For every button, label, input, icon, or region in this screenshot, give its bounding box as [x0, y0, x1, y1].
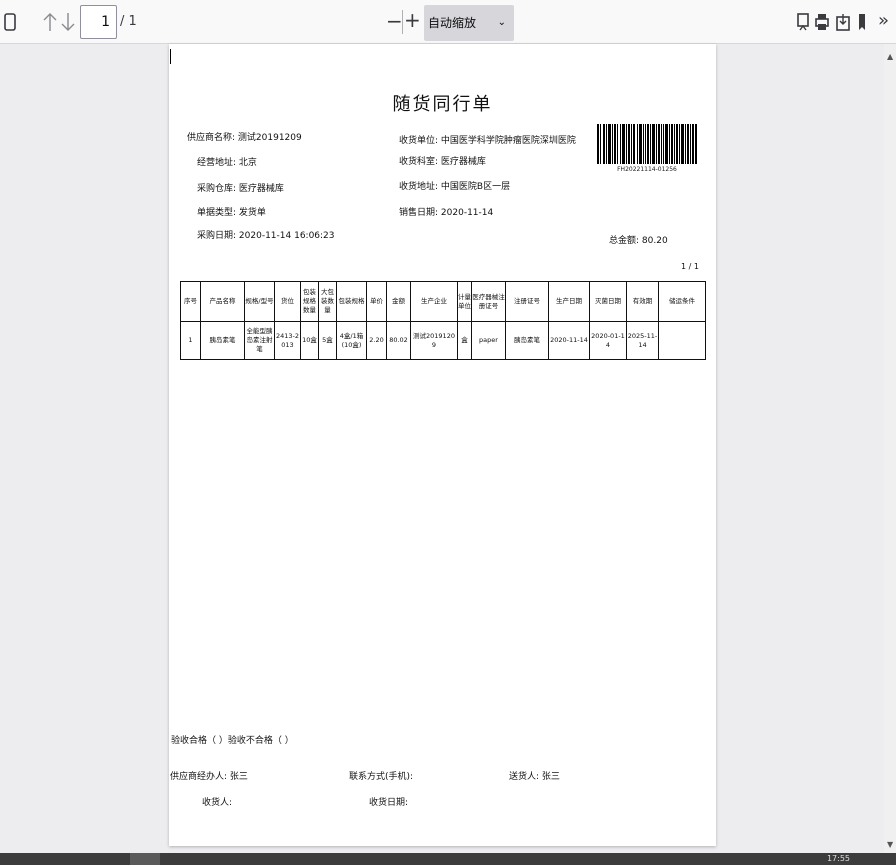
- receive-date-field: 收货日期:: [369, 798, 409, 808]
- table-header-cell: 单价: [366, 281, 387, 322]
- sale-date-field: 销售日期: 2020-11-14: [399, 208, 494, 218]
- zoom-select-value: 自动缩放: [428, 16, 477, 30]
- table-header-cell: 规格/型号: [244, 281, 275, 322]
- barcode-number: FH20221114-01256: [617, 166, 677, 173]
- chevron-down-icon: ⌄: [497, 17, 506, 28]
- page-total: / 1: [120, 14, 137, 29]
- scroll-up-icon[interactable]: ▲: [887, 52, 893, 61]
- receiver-field: 收货人:: [202, 798, 233, 808]
- table-header-cell: 产品名称: [200, 281, 245, 322]
- supplier-name-field: 供应商名称: 测试20191209: [187, 133, 302, 143]
- sidebar-toggle-icon[interactable]: [4, 13, 16, 31]
- barcode-image: [597, 124, 697, 164]
- document-type-field: 单据类型: 发货单: [197, 208, 266, 218]
- phone-field: 联系方式(手机):: [349, 772, 414, 782]
- table-header-cell: 金额: [386, 281, 411, 322]
- table-header-cell: 包装规格: [336, 281, 367, 322]
- table-cell: 1: [180, 321, 201, 360]
- print-icon[interactable]: [815, 13, 829, 31]
- purchase-warehouse-field: 采购仓库: 医疗器械库: [197, 184, 284, 194]
- business-address-field: 经营地址: 北京: [197, 158, 257, 168]
- previous-page-icon[interactable]: [43, 12, 57, 32]
- table-header-cell: 注册证号: [505, 281, 549, 322]
- zoom-select[interactable]: 自动缩放 ⌄: [424, 5, 514, 41]
- zoom-in-button[interactable]: +: [404, 10, 421, 30]
- taskbar-button[interactable]: [130, 853, 160, 865]
- table-header-cell: 大包装数量: [318, 281, 337, 322]
- table-header-cell: 生产日期: [548, 281, 590, 322]
- table-header-row: 序号 产品名称 规格/型号 货位 包装规格数量 大包装数量 包装规格 单价 金额…: [180, 281, 706, 322]
- table-cell: paper: [471, 321, 506, 360]
- table-cell: 盒: [457, 321, 472, 360]
- pdf-toolbar: 1 / 1 − + 自动缩放 ⌄ »: [0, 0, 896, 44]
- page-number-input[interactable]: 1: [80, 5, 117, 39]
- receiving-unit-field: 收货单位: 中国医学科学院肿瘤医院深圳医院: [399, 136, 576, 146]
- scroll-down-icon[interactable]: ▼: [887, 840, 893, 849]
- shipper-field: 送货人: 张三: [509, 772, 560, 782]
- table-cell: 80.02: [386, 321, 411, 360]
- table-header-cell: 医疗器械注册证号: [471, 281, 506, 322]
- table-cell: 2025-11-14: [626, 321, 659, 360]
- table-header-cell: 灭菌日期: [589, 281, 627, 322]
- bookmark-icon[interactable]: [858, 13, 866, 31]
- goods-table: 序号 产品名称 规格/型号 货位 包装规格数量 大包装数量 包装规格 单价 金额…: [180, 281, 706, 360]
- table-cell: 4盒/1箱(10盒): [336, 321, 367, 360]
- table-header-cell: 计量单位: [457, 281, 472, 322]
- table-cell: [658, 321, 706, 360]
- purchase-date-field: 采购日期: 2020-11-14 16:06:23: [197, 231, 335, 241]
- table-cell: 测试20191209: [410, 321, 458, 360]
- vertical-scrollbar[interactable]: ▲ ▼: [884, 44, 896, 853]
- table-header-cell: 货位: [274, 281, 301, 322]
- pdf-page: 随货同行单 供应商名称: 测试20191209 经营地址: 北京 采购仓库: 医…: [169, 44, 716, 846]
- table-header-cell: 生产企业: [410, 281, 458, 322]
- page-indicator: 1 / 1: [681, 262, 699, 271]
- tools-menu-icon[interactable]: »: [878, 12, 889, 30]
- supplier-contact-field: 供应商经办人: 张三: [170, 772, 248, 782]
- table-cell: 全能型胰岛素注射笔: [244, 321, 275, 360]
- table-cell: 10盒: [300, 321, 319, 360]
- table-cell: 胰岛素笔: [200, 321, 245, 360]
- table-cell: 2020-01-14: [589, 321, 627, 360]
- zoom-out-button[interactable]: −: [386, 11, 403, 31]
- table-row: 1 胰岛素笔 全能型胰岛素注射笔 2413-2013 10盒 5盒 4盒/1箱(…: [180, 321, 706, 360]
- table-header-cell: 包装规格数量: [300, 281, 319, 322]
- document-title: 随货同行单: [392, 94, 493, 115]
- table-cell: 胰岛素笔: [505, 321, 549, 360]
- taskbar: 17:55: [0, 853, 896, 865]
- text-cursor: [170, 49, 171, 64]
- table-cell: 5盒: [318, 321, 337, 360]
- table-header-cell: 序号: [180, 281, 201, 322]
- receiving-address-field: 收货地址: 中国医院B区一层: [399, 182, 511, 192]
- next-page-icon[interactable]: [61, 12, 75, 32]
- total-amount: 总金额: 80.20: [609, 236, 668, 246]
- table-cell: 2020-11-14: [548, 321, 590, 360]
- zoom-separator: [402, 10, 403, 34]
- download-icon[interactable]: [836, 13, 850, 31]
- table-header-cell: 有效期: [626, 281, 659, 322]
- table-cell: 2.20: [366, 321, 387, 360]
- table-header-cell: 储运条件: [658, 281, 706, 322]
- inspection-result: 验收合格（ ）验收不合格（ ）: [171, 736, 294, 746]
- taskbar-clock: 17:55: [826, 854, 850, 863]
- presentation-mode-icon[interactable]: [797, 13, 809, 31]
- table-cell: 2413-2013: [274, 321, 301, 360]
- receiving-department-field: 收货科室: 医疗器械库: [399, 157, 486, 167]
